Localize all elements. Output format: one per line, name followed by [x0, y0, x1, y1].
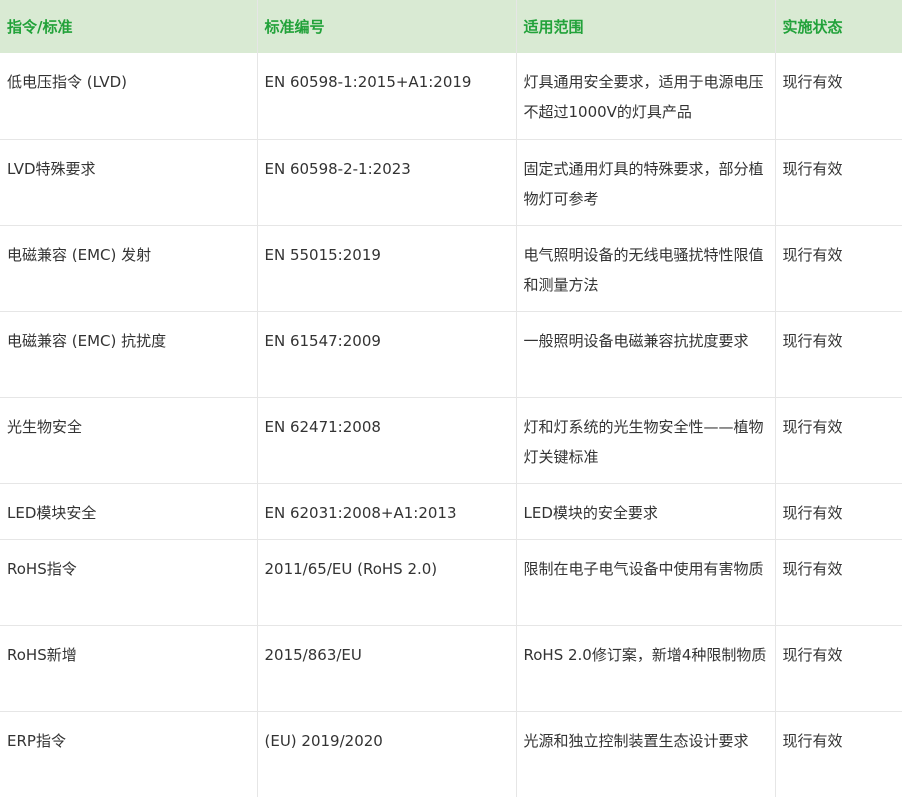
- table-row: LVD特殊要求 EN 60598-2-1:2023 固定式通用灯具的特殊要求，部…: [0, 139, 902, 226]
- cell-status: 现行有效: [775, 539, 902, 626]
- header-status: 实施状态: [775, 0, 902, 53]
- cell-directive: 电磁兼容 (EMC) 发射: [0, 225, 258, 312]
- cell-scope: 光源和独立控制装置生态设计要求: [516, 711, 776, 797]
- cell-standard-number: EN 62471:2008: [257, 397, 517, 484]
- standards-table: 指令/标准 标准编号 适用范围 实施状态 低电压指令 (LVD) EN 6059…: [0, 0, 902, 797]
- cell-scope: 固定式通用灯具的特殊要求，部分植物灯可参考: [516, 139, 776, 226]
- cell-status: 现行有效: [775, 483, 902, 540]
- cell-directive: LED模块安全: [0, 483, 258, 540]
- table-row: RoHS新增 2015/863/EU RoHS 2.0修订案，新增4种限制物质 …: [0, 625, 902, 712]
- cell-directive: RoHS指令: [0, 539, 258, 626]
- cell-scope: RoHS 2.0修订案，新增4种限制物质: [516, 625, 776, 712]
- header-row: 指令/标准 标准编号 适用范围 实施状态: [0, 0, 902, 53]
- header-standard-number: 标准编号: [257, 0, 517, 53]
- cell-status: 现行有效: [775, 397, 902, 484]
- cell-standard-number: 2011/65/EU (RoHS 2.0): [257, 539, 517, 626]
- header-scope: 适用范围: [516, 0, 776, 53]
- cell-scope: 电气照明设备的无线电骚扰特性限值和测量方法: [516, 225, 776, 312]
- cell-standard-number: (EU) 2019/2020: [257, 711, 517, 797]
- table-row: 电磁兼容 (EMC) 抗扰度 EN 61547:2009 一般照明设备电磁兼容抗…: [0, 311, 902, 398]
- cell-standard-number: EN 61547:2009: [257, 311, 517, 398]
- table-row: 电磁兼容 (EMC) 发射 EN 55015:2019 电气照明设备的无线电骚扰…: [0, 225, 902, 312]
- header-directive: 指令/标准: [0, 0, 258, 53]
- cell-directive: 光生物安全: [0, 397, 258, 484]
- cell-scope: 灯和灯系统的光生物安全性——植物灯关键标准: [516, 397, 776, 484]
- cell-standard-number: EN 60598-1:2015+A1:2019: [257, 53, 517, 140]
- cell-standard-number: 2015/863/EU: [257, 625, 517, 712]
- table-row: 低电压指令 (LVD) EN 60598-1:2015+A1:2019 灯具通用…: [0, 53, 902, 140]
- cell-standard-number: EN 55015:2019: [257, 225, 517, 312]
- cell-status: 现行有效: [775, 625, 902, 712]
- table-row: ERP指令 (EU) 2019/2020 光源和独立控制装置生态设计要求 现行有…: [0, 711, 902, 797]
- cell-directive: ERP指令: [0, 711, 258, 797]
- cell-scope: 一般照明设备电磁兼容抗扰度要求: [516, 311, 776, 398]
- cell-directive: RoHS新增: [0, 625, 258, 712]
- table-row: RoHS指令 2011/65/EU (RoHS 2.0) 限制在电子电气设备中使…: [0, 539, 902, 626]
- table-body: 低电压指令 (LVD) EN 60598-1:2015+A1:2019 灯具通用…: [0, 53, 902, 797]
- cell-status: 现行有效: [775, 53, 902, 140]
- table-row: 光生物安全 EN 62471:2008 灯和灯系统的光生物安全性——植物灯关键标…: [0, 397, 902, 484]
- cell-scope: 灯具通用安全要求，适用于电源电压不超过1000V的灯具产品: [516, 53, 776, 140]
- cell-directive: 低电压指令 (LVD): [0, 53, 258, 140]
- table-header: 指令/标准 标准编号 适用范围 实施状态: [0, 0, 902, 53]
- cell-standard-number: EN 60598-2-1:2023: [257, 139, 517, 226]
- cell-status: 现行有效: [775, 225, 902, 312]
- cell-scope: 限制在电子电气设备中使用有害物质: [516, 539, 776, 626]
- cell-directive: 电磁兼容 (EMC) 抗扰度: [0, 311, 258, 398]
- cell-status: 现行有效: [775, 311, 902, 398]
- cell-directive: LVD特殊要求: [0, 139, 258, 226]
- cell-status: 现行有效: [775, 139, 902, 226]
- cell-standard-number: EN 62031:2008+A1:2013: [257, 483, 517, 540]
- cell-scope: LED模块的安全要求: [516, 483, 776, 540]
- cell-status: 现行有效: [782, 731, 843, 750]
- table-row: LED模块安全 EN 62031:2008+A1:2013 LED模块的安全要求…: [0, 483, 902, 540]
